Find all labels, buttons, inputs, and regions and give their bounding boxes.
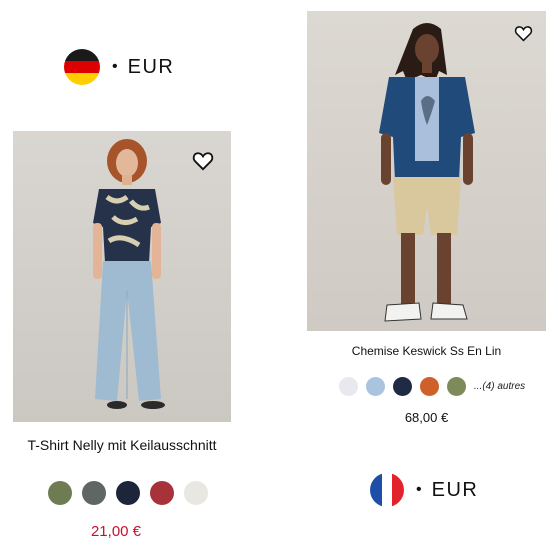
currency-label: EUR	[431, 478, 479, 501]
product-price: 68,00 €	[404, 410, 449, 425]
color-swatch-light-blue[interactable]	[366, 377, 385, 396]
product-name[interactable]: T-Shirt Nelly mit Keilausschnitt	[0, 437, 244, 453]
color-swatch-grey[interactable]	[82, 481, 106, 505]
product-photo	[307, 11, 546, 331]
heart-icon[interactable]	[514, 25, 533, 42]
region-indicator-fr: • EUR	[370, 473, 478, 507]
france-flag-icon	[370, 473, 404, 507]
separator-dot: •	[416, 481, 422, 498]
product-image-tshirt-nelly[interactable]	[13, 131, 231, 422]
color-swatch-navy[interactable]	[393, 377, 412, 396]
germany-flag-icon	[64, 49, 100, 85]
color-swatch-red[interactable]	[150, 481, 174, 505]
product-image-chemise-keswick[interactable]	[307, 11, 546, 331]
more-colors-link[interactable]: ...(4) autres	[474, 381, 525, 392]
color-swatch-navy[interactable]	[116, 481, 140, 505]
separator-dot: •	[112, 58, 118, 75]
color-swatches	[48, 481, 208, 505]
color-swatches: ...(4) autres	[339, 377, 525, 396]
region-indicator-de: • EUR	[64, 49, 174, 85]
product-price: 21,00 €	[90, 523, 142, 540]
color-swatch-ecru[interactable]	[184, 481, 208, 505]
currency-label: EUR	[127, 55, 175, 78]
color-swatch-white[interactable]	[339, 377, 358, 396]
color-swatch-orange[interactable]	[420, 377, 439, 396]
product-photo	[13, 131, 231, 422]
color-swatch-olive[interactable]	[48, 481, 72, 505]
product-name[interactable]: Chemise Keswick Ss En Lin	[307, 344, 546, 358]
color-swatch-olive[interactable]	[447, 377, 466, 396]
heart-icon[interactable]	[192, 151, 214, 171]
